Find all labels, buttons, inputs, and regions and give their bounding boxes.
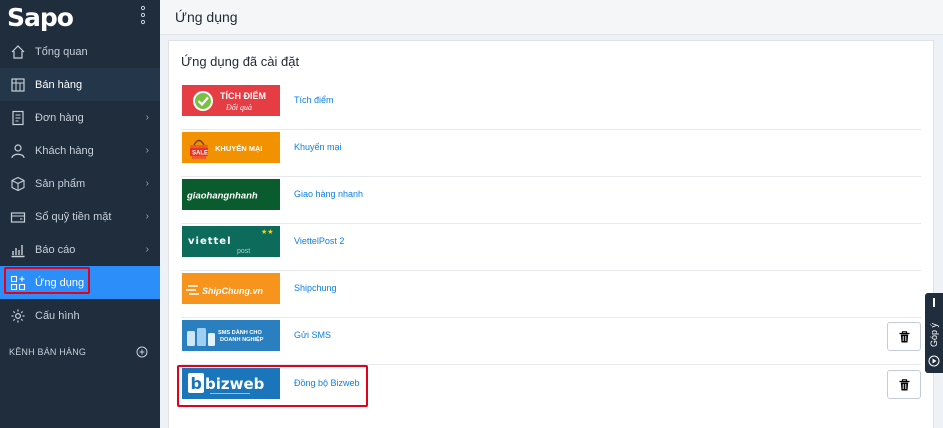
app-link-viettelpost[interactable]: ViettelPost 2 (294, 236, 344, 246)
sidebar-item-overview[interactable]: Tổng quan (0, 35, 160, 68)
sidebar-item-label: Đơn hàng (35, 111, 84, 124)
giaohangnhanh-logo[interactable]: giaohangnhanh (182, 179, 280, 210)
sidebar-item-label: Tổng quan (35, 45, 88, 58)
home-icon (10, 44, 26, 60)
add-channel-icon[interactable] (136, 346, 148, 358)
delete-app-button[interactable] (887, 322, 921, 351)
sidebar-item-label: Bán hàng (35, 78, 83, 91)
chevron-right-icon: › (145, 244, 149, 255)
sidebar-item-cashbook[interactable]: Sổ quỹ tiền mặt › (0, 200, 160, 233)
more-dots-icon[interactable] (140, 5, 146, 27)
wallet-icon (10, 209, 26, 225)
feedback-label: Góp ý (929, 323, 939, 348)
app-link-khuyenmai[interactable]: Khuyến mại (294, 142, 342, 152)
app-link-tichdiem[interactable]: Tích điểm (294, 95, 334, 105)
svg-text:DOANH NGHIỆP: DOANH NGHIỆP (220, 335, 264, 343)
sms-logo[interactable]: SMS DÀNH CHO DOANH NGHIỆP (182, 320, 280, 351)
sidebar-item-orders[interactable]: Đơn hàng › (0, 101, 160, 134)
app-row: TÍCH ĐIỂM Đổi quà Tích điểm (181, 83, 921, 130)
store-icon (10, 77, 26, 93)
delete-app-button[interactable] (887, 370, 921, 399)
logo-badge: SALE (192, 151, 208, 157)
chevron-right-icon: › (145, 145, 149, 156)
khuyenmai-logo[interactable]: SALE KHUYẾN MẠI (182, 132, 280, 163)
app-link-shipchung[interactable]: Shipchung (294, 283, 337, 293)
gear-icon (10, 308, 26, 324)
order-icon (10, 110, 26, 126)
section-title: Ứng dụng đã cài đặt (181, 54, 300, 69)
box-icon (10, 176, 26, 192)
user-icon (10, 143, 26, 159)
sidebar-item-settings[interactable]: Cấu hình (0, 299, 160, 332)
minimize-line-icon (933, 298, 935, 307)
svg-text:SMS DÀNH CHO: SMS DÀNH CHO (218, 329, 262, 336)
sales-channel-header: KÊNH BÁN HÀNG (0, 335, 160, 369)
app-row: viettel post ★★ ViettelPost 2 (181, 224, 921, 271)
feedback-play-icon (928, 355, 940, 367)
page-title: Ứng dụng (175, 9, 238, 25)
chevron-right-icon: › (145, 211, 149, 222)
logo-subtext: post (237, 248, 250, 255)
app-row: giaohangnhanh Giao hàng nhanh (181, 177, 921, 224)
chevron-right-icon: › (145, 112, 149, 123)
logo-text: TÍCH ĐIỂM (220, 90, 266, 101)
sidebar-item-reports[interactable]: Báo cáo › (0, 233, 160, 266)
sidebar-item-sales[interactable]: Bán hàng (0, 68, 160, 101)
highlight-box-sidebar (4, 267, 90, 294)
page-header: Ứng dụng (160, 0, 943, 35)
app-link-sms[interactable]: Gửi SMS (294, 330, 331, 340)
viettelpost-logo[interactable]: viettel post ★★ (182, 226, 280, 257)
logo-subtext: Đổi quà (225, 103, 252, 112)
sidebar-item-products[interactable]: Sản phẩm › (0, 167, 160, 200)
sidebar-item-label: Sổ quỹ tiền mặt (35, 210, 112, 223)
logo-text: KHUYẾN MẠI (215, 143, 263, 153)
app-row: ShipChung.vn Shipchung (181, 271, 921, 318)
sidebar-item-customers[interactable]: Khách hàng › (0, 134, 160, 167)
chevron-right-icon: › (145, 178, 149, 189)
feedback-tab[interactable]: Góp ý (925, 293, 943, 373)
logo-text: ShipChung.vn (202, 286, 263, 296)
sidebar: Sapo Tổng quan Bán hàng Đơn hàng › Khách… (0, 0, 160, 428)
app-link-giaohangnhanh[interactable]: Giao hàng nhanh (294, 189, 363, 199)
shipchung-logo[interactable]: ShipChung.vn (182, 273, 280, 304)
sidebar-item-label: Cấu hình (35, 309, 80, 322)
trash-icon (899, 330, 909, 342)
highlight-box-bizweb (177, 365, 368, 407)
sidebar-item-label: Khách hàng (35, 144, 94, 157)
sidebar-item-label: Báo cáo (35, 243, 76, 256)
sidebar-item-label: Sản phẩm (35, 177, 86, 190)
logo-row: Sapo (0, 0, 160, 35)
chart-icon (10, 242, 26, 258)
channel-label: KÊNH BÁN HÀNG (9, 347, 87, 357)
sapo-logo[interactable]: Sapo (7, 5, 74, 30)
logo-text: giaohangnhanh (186, 191, 258, 202)
app-row: SMS DÀNH CHO DOANH NGHIỆP Gửi SMS (181, 318, 921, 365)
logo-text: viettel (188, 236, 232, 247)
trash-icon (899, 378, 909, 390)
svg-text:★★: ★★ (261, 228, 274, 236)
app-row: SALE KHUYẾN MẠI Khuyến mại (181, 130, 921, 177)
tichdiem-logo[interactable]: TÍCH ĐIỂM Đổi quà (182, 85, 280, 116)
